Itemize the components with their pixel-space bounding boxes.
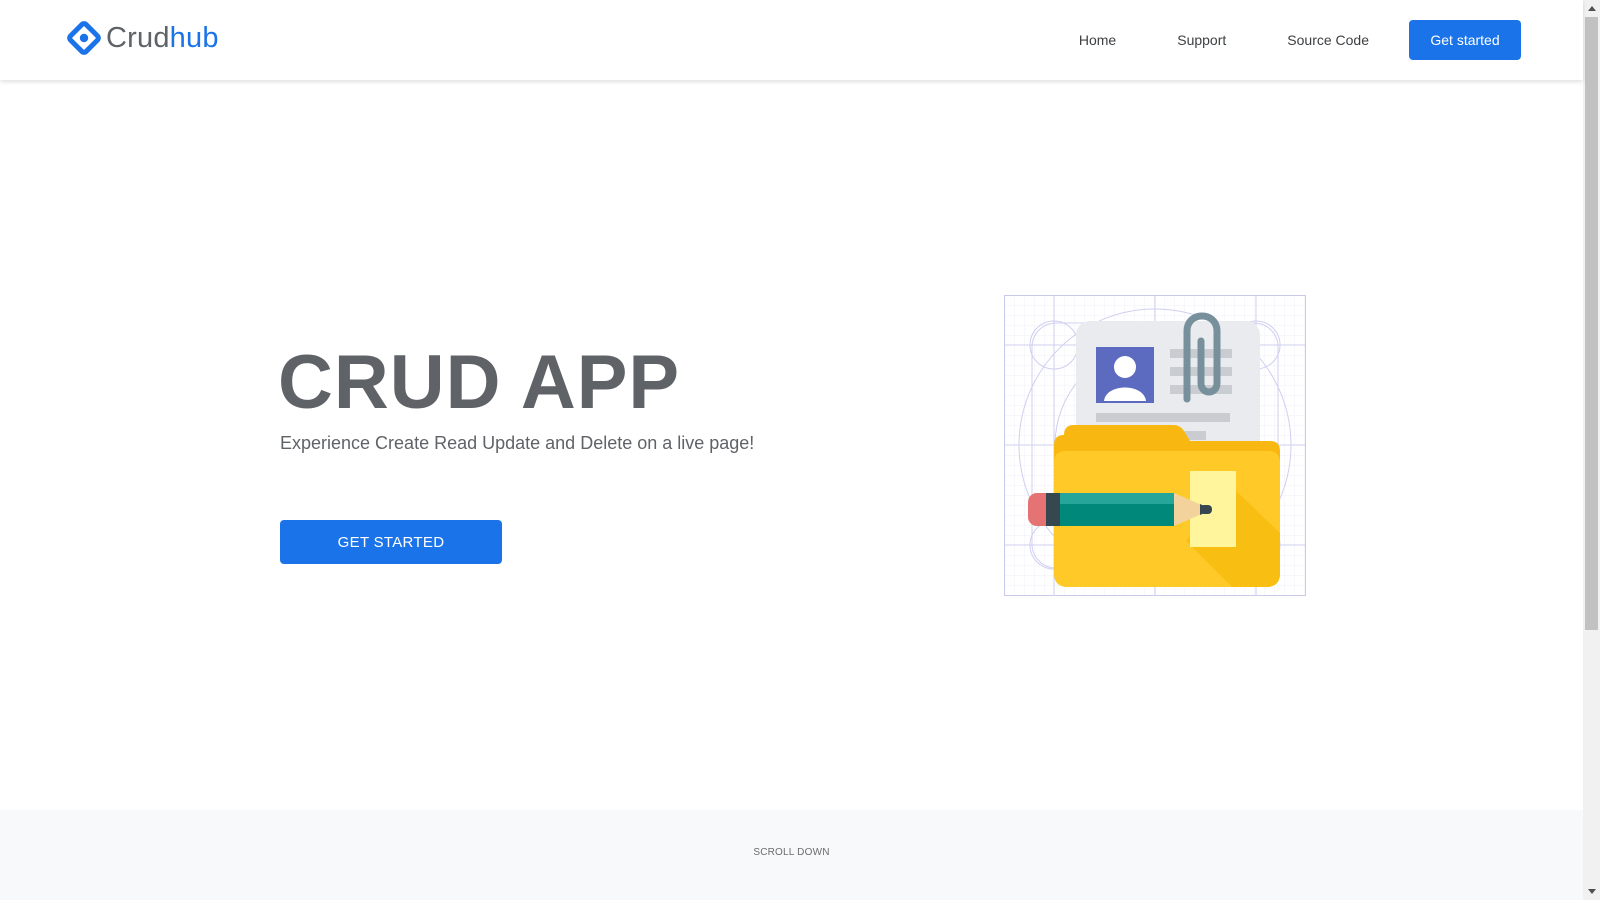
get-started-hero-button[interactable]: GET STARTED xyxy=(280,520,502,564)
page-scrollbar[interactable] xyxy=(1583,0,1600,900)
get-started-nav-button[interactable]: Get started xyxy=(1409,20,1521,60)
hero-title: CRUD APP xyxy=(278,340,681,425)
brand-logo[interactable]: Crudhub xyxy=(66,18,219,58)
scroll-down-strip: SCROLL DOWN xyxy=(0,810,1583,900)
main-nav: Home Support Source Code Get started xyxy=(1018,20,1521,60)
folder-document-pencil-icon xyxy=(1004,295,1306,596)
brand-name-part1: Crud xyxy=(106,21,170,54)
scroll-down-label[interactable]: SCROLL DOWN xyxy=(0,847,1583,858)
page: Crudhub Home Support Source Code Get sta… xyxy=(0,0,1583,900)
scroll-up-arrow-icon[interactable] xyxy=(1583,0,1600,17)
hero-subtitle: Experience Create Read Update and Delete… xyxy=(280,433,755,453)
scroll-down-arrow-icon[interactable] xyxy=(1583,883,1600,900)
nav-link-support[interactable]: Support xyxy=(1177,32,1226,48)
scrollbar-thumb[interactable] xyxy=(1585,17,1598,630)
site-header: Crudhub Home Support Source Code Get sta… xyxy=(0,0,1583,80)
nav-link-source-code[interactable]: Source Code xyxy=(1287,32,1369,48)
nav-link-home[interactable]: Home xyxy=(1079,32,1116,48)
diamond-logo-icon xyxy=(67,21,101,55)
brand-name-part2: hub xyxy=(169,21,219,54)
brand-name: Crudhub xyxy=(106,22,219,55)
